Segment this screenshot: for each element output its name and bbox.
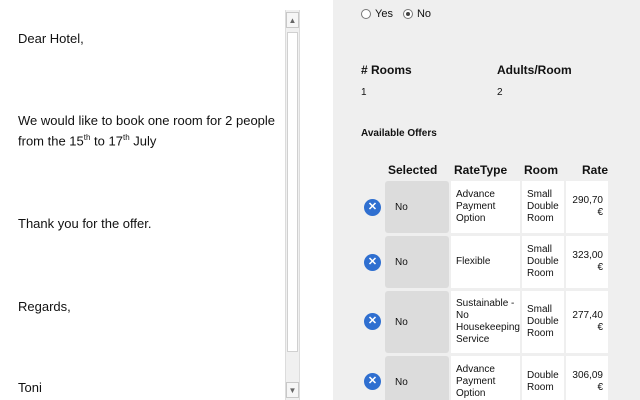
col-selected-header: Selected xyxy=(388,163,438,177)
offer-row: ✕ No Sustainable - No Housekeeping Servi… xyxy=(333,291,640,353)
offer-room: Small Double Room xyxy=(522,181,564,233)
offer-row: ✕ No Flexible Small Double Room 323,00 € xyxy=(333,236,640,288)
rooms-header: # Rooms xyxy=(361,63,412,77)
offer-ratetype: Flexible xyxy=(451,236,520,288)
email-pane[interactable]: Dear Hotel, We would like to book one ro… xyxy=(0,0,285,400)
offer-room: Small Double Room xyxy=(522,291,564,353)
offer-ratetype: Advance Payment Option xyxy=(451,181,520,233)
adults-header: Adults/Room xyxy=(497,63,572,77)
offer-selected-cell[interactable]: No xyxy=(385,291,449,353)
email-body-text: from the 15 xyxy=(18,133,84,149)
offer-selected-cell[interactable]: No xyxy=(385,356,449,400)
email-body-line1: We would like to book one room for 2 peo… xyxy=(18,113,276,128)
offer-rate: 277,40 € xyxy=(566,291,608,353)
adults-value: 2 xyxy=(497,87,503,98)
scroll-up-button[interactable]: ▲ xyxy=(286,12,299,28)
col-rate-header: Rate xyxy=(582,163,609,177)
available-offers-title: Available Offers xyxy=(361,128,437,139)
scroll-down-button[interactable]: ▼ xyxy=(286,382,299,398)
radio-yes-label[interactable]: Yes xyxy=(375,8,393,20)
email-body-text: July xyxy=(129,133,157,149)
offer-row: ✕ No Advance Payment Option Double Room … xyxy=(333,356,640,400)
email-signature: Toni xyxy=(18,380,42,395)
email-body-text: to 17 xyxy=(90,133,123,149)
offer-rate: 306,09 € xyxy=(566,356,608,400)
col-room-header: Room xyxy=(524,163,558,177)
offer-room: Small Double Room xyxy=(522,236,564,288)
offer-rate: 323,00 € xyxy=(566,236,608,288)
pane-divider xyxy=(300,0,333,400)
offer-row: ✕ No Advance Payment Option Small Double… xyxy=(333,181,640,233)
yes-no-radio-group: Yes No xyxy=(361,8,441,20)
remove-offer-icon[interactable]: ✕ xyxy=(364,313,381,330)
radio-no[interactable] xyxy=(402,9,413,19)
offer-selected-cell[interactable]: No xyxy=(385,181,449,233)
offer-selected-cell[interactable]: No xyxy=(385,236,449,288)
booking-pane: Yes No # Rooms Adults/Room 1 2 Available… xyxy=(333,0,640,400)
offer-ratetype: Sustainable - No Housekeeping Service xyxy=(451,291,520,353)
email-closing: Regards, xyxy=(18,299,71,314)
offer-ratetype: Advance Payment Option xyxy=(451,356,520,400)
remove-offer-icon[interactable]: ✕ xyxy=(364,254,381,271)
vertical-scrollbar[interactable]: ▲ ▼ xyxy=(285,10,300,400)
radio-yes[interactable] xyxy=(361,9,371,19)
offer-room: Double Room xyxy=(522,356,564,400)
email-body-line2: from the 15th to 17th July xyxy=(18,133,156,148)
email-ordinal: th xyxy=(122,133,130,142)
remove-offer-icon[interactable]: ✕ xyxy=(364,373,381,390)
email-greeting: Dear Hotel, xyxy=(18,31,84,46)
col-ratetype-header: RateType xyxy=(454,163,508,177)
radio-no-label[interactable]: No xyxy=(417,8,431,20)
offer-rate: 290,70 € xyxy=(566,181,608,233)
rooms-value: 1 xyxy=(361,87,367,98)
scroll-thumb[interactable] xyxy=(287,32,298,352)
remove-offer-icon[interactable]: ✕ xyxy=(364,199,381,216)
email-thanks: Thank you for the offer. xyxy=(18,216,152,231)
